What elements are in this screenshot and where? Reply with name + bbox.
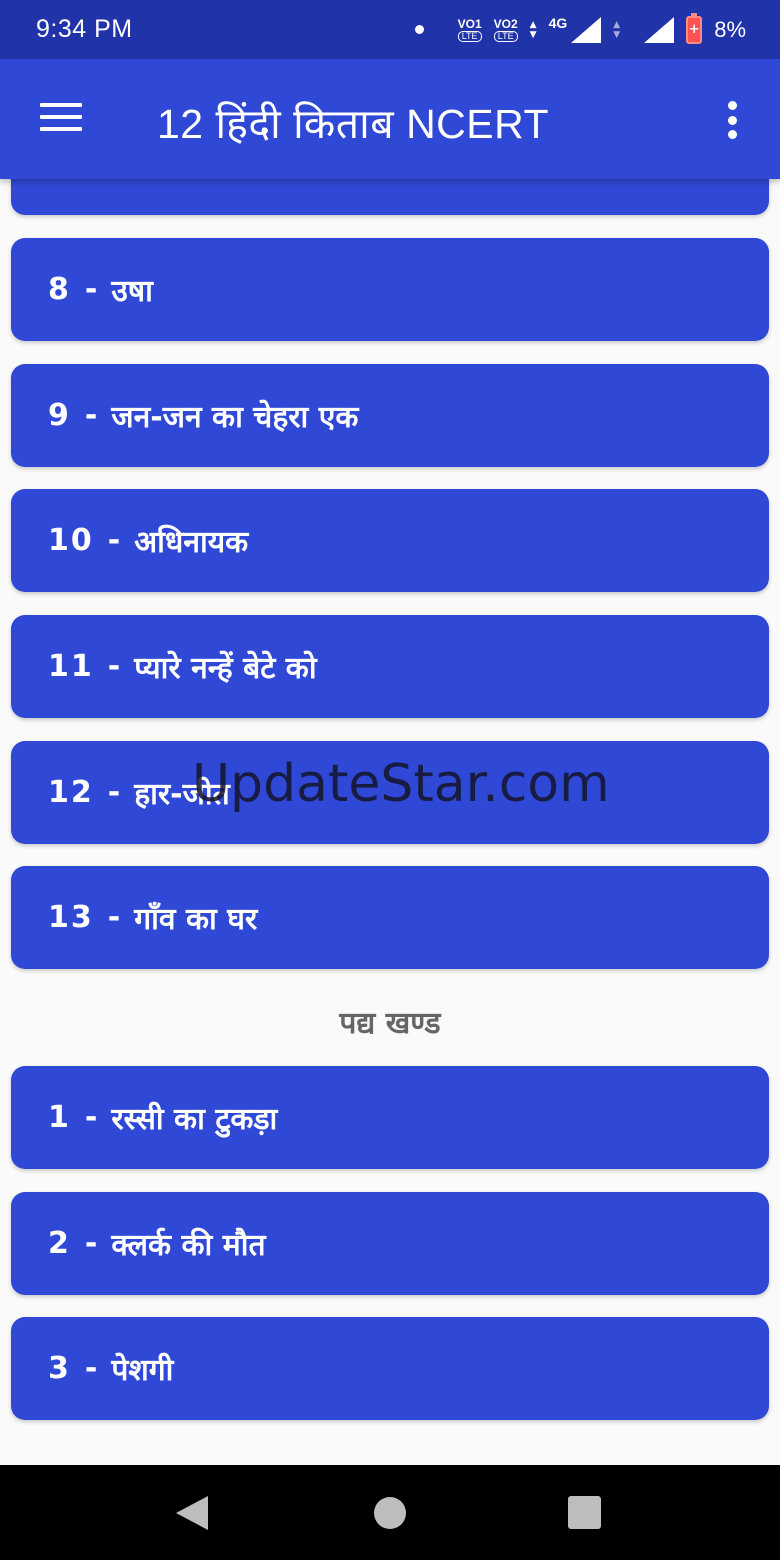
network-type: 4G (548, 14, 568, 31)
back-icon[interactable] (176, 1496, 208, 1530)
hamburger-menu-icon[interactable] (40, 103, 82, 135)
volte-sim1-icon: VO1 LTE (457, 16, 482, 42)
chapter-card[interactable]: 10- अधिनायक (11, 489, 769, 592)
app-title: 12 हिंदी किताब NCERT (157, 101, 550, 147)
chapter-title: गाँव का घर (134, 902, 258, 937)
chapter-title: पेशगी (111, 1353, 174, 1388)
status-bar: 9:34 PM VO1 LTE VO2 LTE ▲ ▼ 4G ▲ ▼ + 8% (0, 0, 780, 59)
chapter-list[interactable]: 8- उषा 9- जन-जन का चेहरा एक 10- अधिनायक 11-… (0, 179, 780, 1465)
signal-sim1-icon (571, 16, 602, 43)
data-activity-icon-2: ▲ ▼ (613, 19, 621, 40)
section-title: पद्य खण्ड (339, 1006, 441, 1041)
chapter-title: उषा (111, 274, 153, 309)
chapter-title: क्लर्क की मौत (111, 1228, 266, 1263)
chapter-title: हार-जीत (134, 777, 230, 812)
chapter-card[interactable]: 8- उषा (11, 238, 769, 341)
home-icon[interactable] (374, 1497, 406, 1529)
chapter-card[interactable]: 11- प्यारे नन्हें बेटे को (11, 615, 769, 718)
chapter-card[interactable]: 9- जन-जन का चेहरा एक (11, 364, 769, 467)
chapter-card[interactable]: 1- रस्सी का टुकड़ा (11, 1066, 769, 1169)
system-nav-bar (0, 1465, 780, 1560)
app-bar: 12 हिंदी किताब NCERT (0, 59, 780, 179)
battery-charging-icon: + (686, 12, 703, 44)
chapter-card[interactable]: 3- पेशगी (11, 1317, 769, 1420)
chapter-title: रस्सी का टुकड़ा (111, 1102, 278, 1137)
chapter-card[interactable]: 13- गाँव का घर (11, 866, 769, 969)
status-icons: VO1 LTE VO2 LTE ▲ ▼ 4G ▲ ▼ + 8% (414, 12, 746, 44)
chapter-title: जन-जन का चेहरा एक (111, 400, 359, 435)
chapter-card-partial[interactable] (11, 179, 769, 215)
more-vert-icon[interactable] (726, 101, 738, 139)
notification-dot-icon (414, 25, 424, 34)
recent-apps-icon[interactable] (568, 1496, 601, 1529)
chapter-title: प्यारे नन्हें बेटे को (134, 651, 317, 686)
data-activity-icon: ▲ ▼ (529, 19, 537, 40)
chapter-title: अधिनायक (134, 525, 249, 560)
chapter-card[interactable]: 2- क्लर्क की मौत (11, 1192, 769, 1295)
status-time: 9:34 PM (36, 15, 133, 43)
chapter-card[interactable]: 12- हार-जीत (11, 741, 769, 844)
volte-sim2-icon: VO2 LTE (493, 16, 518, 42)
signal-sim2-icon (644, 16, 675, 43)
battery-percent: 8% (714, 16, 746, 42)
